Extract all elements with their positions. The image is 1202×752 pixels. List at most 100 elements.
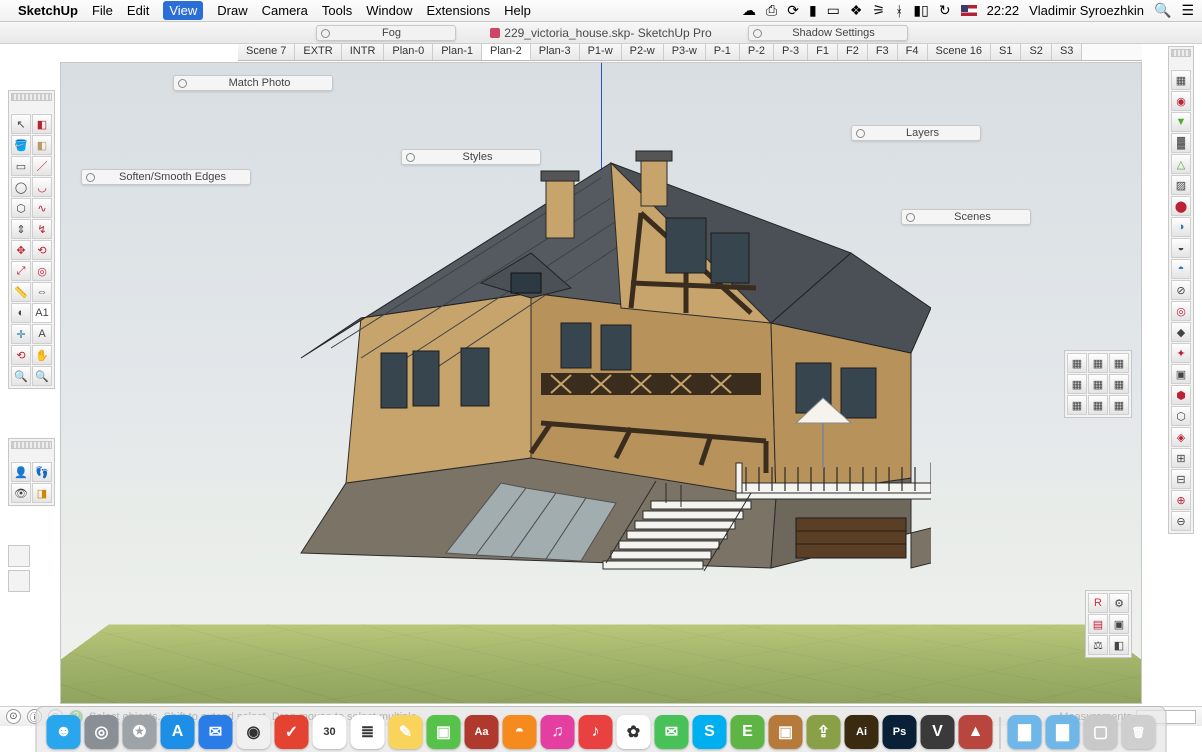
- dock-app-finder[interactable]: ☻: [47, 715, 81, 749]
- dock-app-music[interactable]: ♪: [579, 715, 613, 749]
- vray-options[interactable]: ⚙: [1109, 593, 1129, 613]
- scenes-panel-header[interactable]: Scenes: [901, 209, 1031, 225]
- timemachine-icon[interactable]: ↻: [939, 2, 951, 19]
- pin-icon[interactable]: [86, 173, 95, 182]
- menu-file[interactable]: File: [92, 3, 113, 18]
- input-source-flag[interactable]: [961, 5, 977, 16]
- scene-tab[interactable]: P-3: [774, 44, 808, 60]
- vray-balance[interactable]: ⚖: [1088, 635, 1108, 655]
- menu-tools[interactable]: Tools: [322, 3, 352, 18]
- circle-tool[interactable]: ◯: [11, 177, 31, 197]
- menu-view[interactable]: View: [163, 1, 203, 20]
- scene-tab[interactable]: Plan-2: [482, 44, 531, 60]
- vray-framebuffer[interactable]: ▣: [1109, 614, 1129, 634]
- solid-trim[interactable]: ◓: [1171, 259, 1191, 279]
- line-tool[interactable]: ／: [32, 156, 52, 176]
- scene-tab[interactable]: Plan-0: [384, 44, 433, 60]
- match-photo-panel-header[interactable]: Match Photo: [173, 75, 333, 91]
- scene-tab[interactable]: F1: [808, 44, 838, 60]
- scene-tab[interactable]: F2: [838, 44, 868, 60]
- dock-app-launchpad[interactable]: ◎: [85, 715, 119, 749]
- dock-app-messages[interactable]: ✉: [655, 715, 689, 749]
- offset-tool[interactable]: ◎: [32, 261, 52, 281]
- dock-app-skype[interactable]: S: [693, 715, 727, 749]
- sandbox-drape[interactable]: ▓: [1171, 133, 1191, 153]
- orbit-tool[interactable]: ⟲: [11, 345, 31, 365]
- menu-edit[interactable]: Edit: [127, 3, 149, 18]
- scene-tab[interactable]: P1-w: [580, 44, 622, 60]
- menu-draw[interactable]: Draw: [217, 3, 247, 18]
- rectangle-tool[interactable]: ▭: [11, 156, 31, 176]
- dock-app-appstore[interactable]: A: [161, 715, 195, 749]
- dock-app-dictionary[interactable]: Aa: [465, 715, 499, 749]
- vray-render[interactable]: R: [1088, 593, 1108, 613]
- look-around-tool[interactable]: 👁: [11, 483, 31, 503]
- bookmark-icon[interactable]: ▮: [809, 2, 817, 19]
- extension-tool-10[interactable]: ⊖: [1171, 511, 1191, 531]
- menu-extensions[interactable]: Extensions: [426, 3, 490, 18]
- move-tool[interactable]: ✥: [11, 240, 31, 260]
- dock-app-box[interactable]: ▢: [1084, 715, 1118, 749]
- pin-icon[interactable]: [321, 29, 330, 38]
- dock-app-evernote[interactable]: E: [731, 715, 765, 749]
- menu-window[interactable]: Window: [366, 3, 412, 18]
- select-tool[interactable]: ↖: [11, 114, 31, 134]
- walk-tool[interactable]: 👣: [32, 462, 52, 482]
- position-camera-tool[interactable]: 👤: [11, 462, 31, 482]
- arc-tool[interactable]: ◡: [32, 177, 52, 197]
- pin-icon[interactable]: [178, 79, 187, 88]
- sandbox-from-contours[interactable]: ▦: [1171, 70, 1191, 90]
- sandbox-add-detail[interactable]: △: [1171, 154, 1191, 174]
- dock-app-folder2[interactable]: ▇: [1046, 715, 1080, 749]
- palette-item[interactable]: ▦: [1067, 395, 1087, 415]
- pin-icon[interactable]: [753, 29, 762, 38]
- scene-tab[interactable]: F4: [898, 44, 928, 60]
- palette-vray[interactable]: R⚙ ▤▣ ⚖◧: [1085, 590, 1132, 658]
- freehand-tool[interactable]: ∿: [32, 198, 52, 218]
- dock-app-todoist[interactable]: ✓: [275, 715, 309, 749]
- zoom-tool[interactable]: 🔍: [11, 366, 31, 386]
- dock-app-facetime[interactable]: ▣: [427, 715, 461, 749]
- menu-help[interactable]: Help: [504, 3, 531, 18]
- sandbox-smoove[interactable]: ◉: [1171, 91, 1191, 111]
- section-plane-tool[interactable]: ◨: [32, 483, 52, 503]
- protractor-tool[interactable]: ◐: [11, 303, 31, 323]
- vray-misc[interactable]: ◧: [1109, 635, 1129, 655]
- dock-app-vray[interactable]: V: [921, 715, 955, 749]
- push-pull-tool[interactable]: ⇕: [11, 219, 31, 239]
- dock-app-archive[interactable]: ▣: [769, 715, 803, 749]
- dock-app-calendar[interactable]: 30: [313, 715, 347, 749]
- menubar-username[interactable]: Vladimir Syroezhkin: [1029, 3, 1144, 18]
- eraser-tool[interactable]: ◧: [32, 135, 52, 155]
- dock-app-chrome[interactable]: ◉: [237, 715, 271, 749]
- menubar-clock[interactable]: 22:22: [987, 3, 1020, 18]
- outer-shell[interactable]: ◎: [1171, 301, 1191, 321]
- pan-tool[interactable]: ✋: [32, 345, 52, 365]
- scene-tab[interactable]: INTR: [342, 44, 385, 60]
- scene-tab[interactable]: Scene 16: [928, 44, 991, 60]
- dock-app-notes[interactable]: ✎: [389, 715, 423, 749]
- scale-tool[interactable]: ⤢: [11, 261, 31, 281]
- axes-tool[interactable]: ✛: [11, 324, 31, 344]
- extension-tool-2[interactable]: ✦: [1171, 343, 1191, 363]
- 3d-text-tool[interactable]: A: [32, 324, 52, 344]
- dock-app-reminders[interactable]: ≣: [351, 715, 385, 749]
- scene-tab[interactable]: Plan-1: [433, 44, 482, 60]
- extension-tool-5[interactable]: ⬡: [1171, 406, 1191, 426]
- solid-split[interactable]: ⊘: [1171, 280, 1191, 300]
- dock-app-photos[interactable]: ✿: [617, 715, 651, 749]
- scene-tab[interactable]: P-2: [740, 44, 774, 60]
- extension-tool-4[interactable]: ⬢: [1171, 385, 1191, 405]
- wifi-icon[interactable]: ⚞: [872, 2, 885, 19]
- palette-item[interactable]: ▦: [1109, 374, 1129, 394]
- scene-tab[interactable]: F3: [868, 44, 898, 60]
- scene-tab[interactable]: S2: [1021, 44, 1051, 60]
- sandbox-flip-edge[interactable]: ▨: [1171, 175, 1191, 195]
- dock-app-photoshop[interactable]: Ps: [883, 715, 917, 749]
- icloud-icon[interactable]: ☁: [742, 2, 756, 19]
- palette-item[interactable]: ▦: [1088, 395, 1108, 415]
- palette-item[interactable]: ▦: [1109, 353, 1129, 373]
- dock-app-safari[interactable]: ✪: [123, 715, 157, 749]
- scene-tab[interactable]: EXTR: [295, 44, 341, 60]
- extension-tool-7[interactable]: ⊞: [1171, 448, 1191, 468]
